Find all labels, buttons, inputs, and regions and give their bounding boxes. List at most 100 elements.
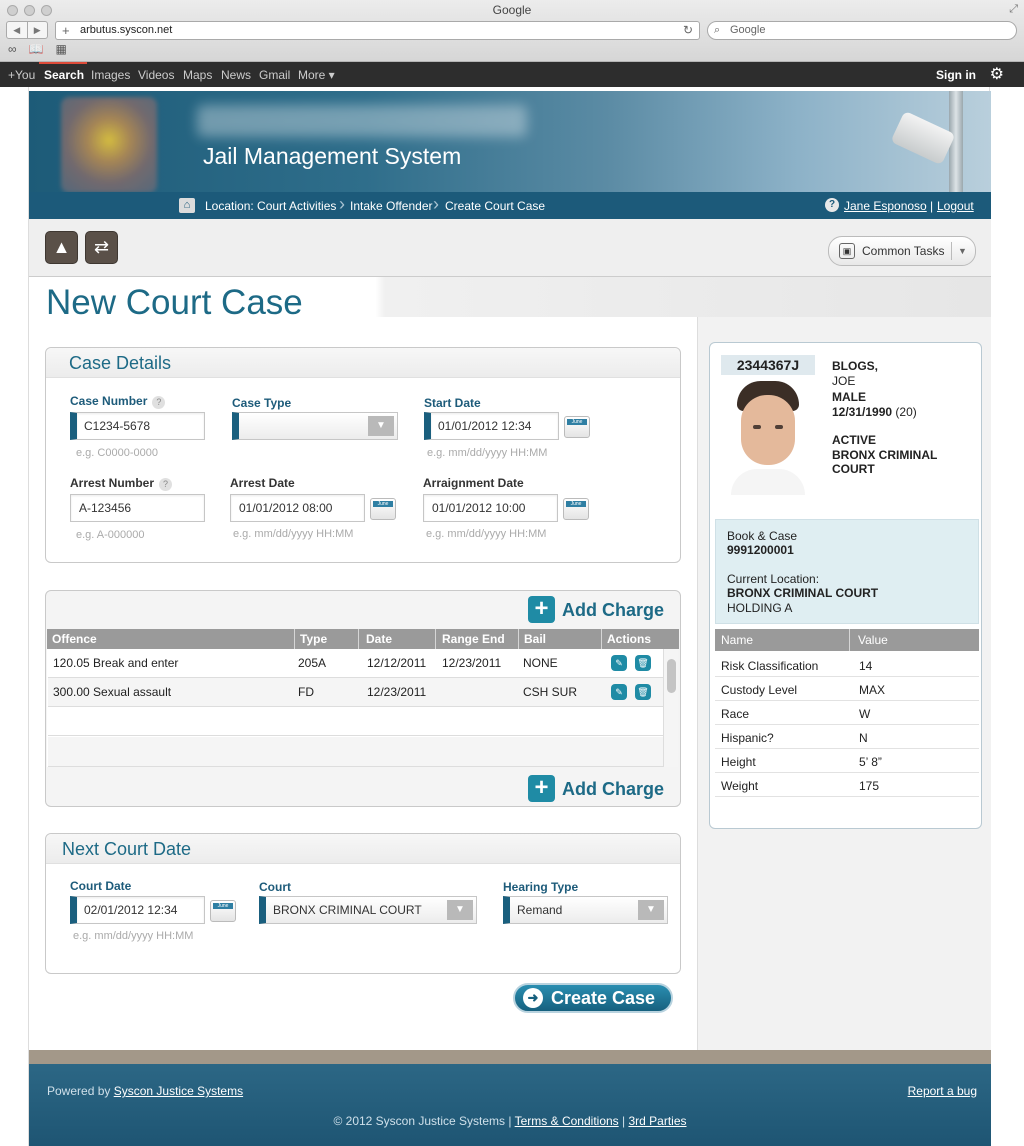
footer-divider — [29, 1050, 991, 1064]
terms-link[interactable]: Terms & Conditions — [515, 1114, 619, 1128]
action-toolbar: ▲ ⇄ ▣ Common Tasks ▼ — [29, 219, 991, 277]
hearing-type-select[interactable]: Remand ▼ — [503, 896, 668, 924]
calendar-icon[interactable] — [210, 900, 236, 922]
gbar-you[interactable]: +You — [8, 68, 35, 82]
arraignment-date-label: Arraignment Date — [423, 476, 524, 490]
active-indicator — [39, 62, 87, 64]
browser-search-input[interactable]: ⌕ Google — [707, 21, 1017, 40]
section-title: Next Court Date — [46, 834, 680, 864]
transfer-icon[interactable]: ⇄ — [85, 231, 118, 264]
table-row: Race W — [715, 701, 979, 725]
gbar-videos[interactable]: Videos — [138, 68, 174, 82]
google-bar: +You Search Images Videos Maps News Gmai… — [0, 62, 1024, 87]
next-court-date-section: Next Court Date Court Date 02/01/2012 12… — [45, 833, 681, 974]
breadcrumb-location[interactable]: Location: Court Activities — [205, 199, 336, 213]
agency-badge-logo — [61, 97, 157, 193]
case-number-label: Case Number? — [70, 394, 166, 409]
table-row: Height 5’ 8” — [715, 749, 979, 773]
bookmarks-toolbar: ∞ 📖 ▦ — [8, 42, 67, 56]
help-icon[interactable]: ? — [825, 198, 839, 212]
user-name-link[interactable]: Jane Esponoso — [844, 199, 927, 213]
gear-icon[interactable]: ⚙ — [990, 64, 1004, 84]
gbar-search[interactable]: Search — [44, 68, 84, 82]
common-tasks-dropdown[interactable]: ▣ Common Tasks ▼ — [828, 236, 976, 266]
chevron-down-icon: ▼ — [447, 900, 473, 920]
arrest-number-field[interactable]: A-123456 — [70, 494, 205, 522]
home-icon[interactable]: ⌂ — [179, 198, 195, 213]
case-number-hint: e.g. C0000-0000 — [76, 447, 158, 459]
edit-icon[interactable]: ✎ — [611, 655, 627, 671]
table-scrollbar[interactable] — [663, 649, 678, 767]
case-type-select[interactable]: ▼ — [232, 412, 398, 440]
table-row[interactable]: 120.05 Break and enter 205A 12/12/2011 1… — [48, 649, 663, 678]
reload-icon[interactable]: ↻ — [683, 22, 693, 39]
offender-id: 2344367J — [721, 355, 815, 375]
plus-icon: + — [528, 775, 555, 802]
search-icon: ⌕ — [714, 24, 721, 36]
system-title: Jail Management System — [203, 143, 462, 169]
gbar-gmail[interactable]: Gmail — [259, 68, 290, 82]
gbar-images[interactable]: Images — [91, 68, 130, 82]
arrest-date-field[interactable]: 01/01/2012 08:00 — [230, 494, 365, 522]
charges-table-body: 120.05 Break and enter 205A 12/12/2011 1… — [47, 649, 663, 767]
bookmarks-icon[interactable]: 📖 — [29, 42, 44, 56]
address-bar[interactable]: + arbutus.syscon.net ↻ — [55, 21, 700, 40]
gbar-news[interactable]: News — [221, 68, 251, 82]
offender-location-1: BRONX CRIMINAL — [832, 448, 938, 462]
company-link[interactable]: Syscon Justice Systems — [114, 1084, 243, 1098]
add-charge-button-bottom[interactable]: + Add Charge — [528, 775, 664, 803]
window-title: Google — [492, 3, 532, 17]
offender-first-name: JOE — [832, 374, 856, 388]
case-details-section: Case Details Case Number? C1234-5678 e.g… — [45, 347, 681, 563]
security-camera-image — [890, 110, 956, 166]
add-bookmark-icon[interactable]: + — [62, 22, 70, 39]
arrest-number-hint: e.g. A-000000 — [76, 529, 145, 541]
top-sites-icon[interactable]: ▦ — [56, 42, 67, 56]
calendar-icon[interactable] — [564, 416, 590, 438]
help-icon[interactable]: ? — [152, 396, 166, 409]
offender-location-2: COURT — [832, 462, 875, 476]
add-charge-button[interactable]: + Add Charge — [528, 596, 664, 624]
book-case-panel: Book & Case 9991200001 Current Location:… — [715, 519, 979, 624]
arraignment-date-field[interactable]: 01/01/2012 10:00 — [423, 494, 558, 522]
table-row: Custody Level MAX — [715, 677, 979, 701]
third-parties-link[interactable]: 3rd Parties — [628, 1114, 686, 1128]
help-icon[interactable]: ? — [159, 478, 173, 491]
chevron-down-icon: ▼ — [638, 900, 664, 920]
logout-link[interactable]: Logout — [937, 199, 974, 213]
report-bug-link[interactable]: Report a bug — [908, 1084, 977, 1098]
court-date-label: Court Date — [70, 879, 132, 893]
trash-icon[interactable]: 🗑 — [635, 684, 651, 700]
offender-photo — [721, 377, 815, 495]
reading-list-icon[interactable]: ∞ — [8, 42, 17, 56]
sign-in-link[interactable]: Sign in — [936, 68, 976, 82]
court-date-field[interactable]: 02/01/2012 12:34 — [70, 896, 205, 924]
header-banner: Jail Management System — [29, 91, 991, 193]
edit-icon[interactable]: ✎ — [611, 684, 627, 700]
gbar-more[interactable]: More ▾ — [298, 68, 335, 82]
copyright-line: © 2012 Syscon Justice Systems | Terms & … — [333, 1114, 687, 1128]
chevron-down-icon: ▼ — [958, 246, 967, 256]
powered-by: Powered by Syscon Justice Systems — [47, 1084, 244, 1098]
back-forward-buttons[interactable]: ◀ ▶ — [6, 21, 48, 39]
table-row[interactable]: 300.00 Sexual assault FD 12/23/2011 CSH … — [48, 678, 663, 707]
trash-icon[interactable]: 🗑 — [635, 655, 651, 671]
court-select[interactable]: BRONX CRIMINAL COURT ▼ — [259, 896, 477, 924]
case-number-field[interactable]: C1234-5678 — [70, 412, 205, 440]
triangle-warning-icon[interactable]: ▲ — [45, 231, 78, 264]
fullscreen-icon[interactable]: ⤢ — [1009, 3, 1018, 16]
create-case-button[interactable]: ➜ Create Case — [513, 983, 673, 1013]
attributes-table-header: Name Value — [715, 629, 979, 651]
book-case-value: 9991200001 — [727, 543, 794, 557]
plus-icon: + — [528, 596, 555, 623]
gbar-maps[interactable]: Maps — [183, 68, 212, 82]
book-case-label: Book & Case — [727, 529, 798, 543]
offender-status: ACTIVE — [832, 433, 877, 447]
chevron-right-icon: › — [433, 194, 439, 214]
calendar-icon[interactable] — [563, 498, 589, 520]
calendar-icon[interactable] — [370, 498, 396, 520]
table-row-empty — [48, 707, 663, 736]
start-date-field[interactable]: 01/01/2012 12:34 — [424, 412, 559, 440]
current-location-label: Current Location: — [727, 572, 820, 586]
breadcrumb-intake[interactable]: Intake Offender — [350, 199, 433, 213]
